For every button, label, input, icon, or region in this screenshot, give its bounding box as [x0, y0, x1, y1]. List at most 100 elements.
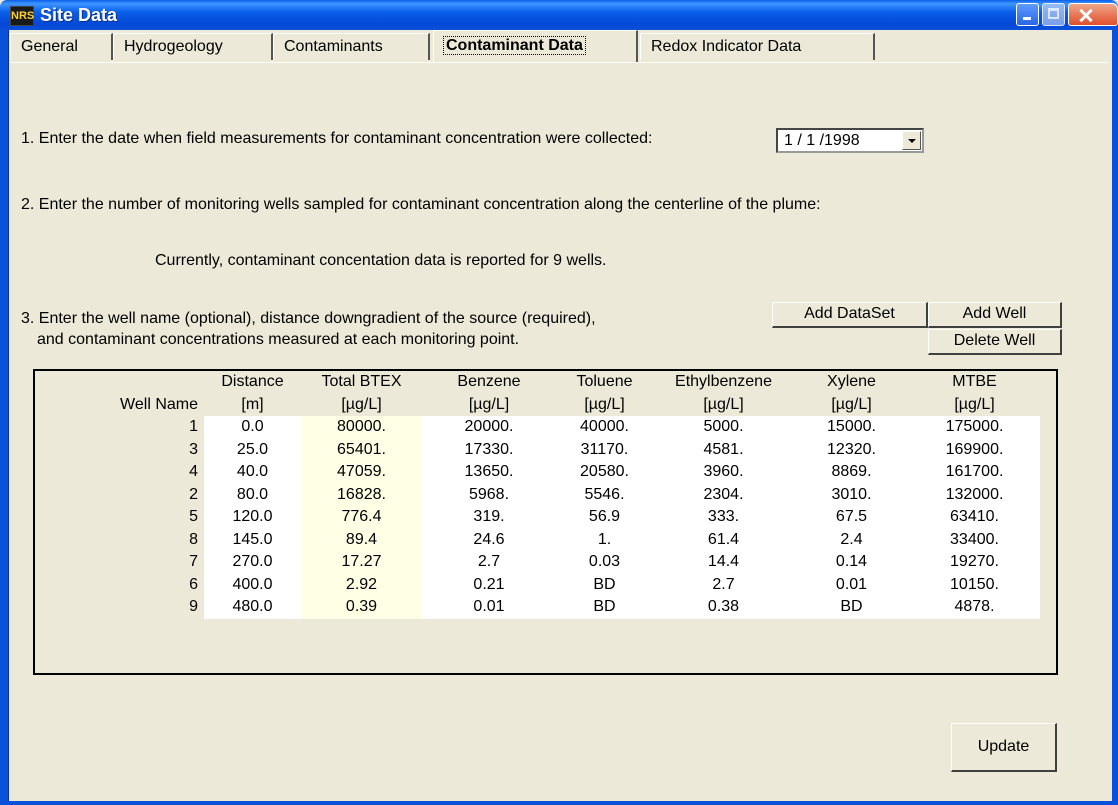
- table-cell[interactable]: 20580.: [556, 461, 653, 484]
- column-header: [µg/L]: [794, 393, 909, 416]
- tab-hydrogeology[interactable]: Hydrogeology: [113, 33, 273, 60]
- table-cell[interactable]: 67.5: [794, 506, 909, 529]
- column-header: Distance: [204, 371, 301, 394]
- well-name-cell[interactable]: 4: [35, 461, 204, 484]
- well-name-cell[interactable]: 9: [35, 596, 204, 619]
- table-cell[interactable]: 0.01: [422, 596, 556, 619]
- date-picker[interactable]: 1 / 1 /1998: [776, 128, 924, 153]
- tab-contaminant-data[interactable]: Contaminant Data: [433, 30, 638, 62]
- table-cell[interactable]: 10150.: [909, 573, 1040, 596]
- table-cell[interactable]: 40000.: [556, 416, 653, 439]
- title-bar[interactable]: NRS Site Data: [0, 0, 1118, 30]
- table-cell[interactable]: 61.4: [653, 528, 794, 551]
- table-cell[interactable]: 25.0: [204, 438, 301, 461]
- column-header: [35, 371, 204, 394]
- table-cell[interactable]: 480.0: [204, 596, 301, 619]
- table-cell[interactable]: 3010.: [794, 483, 909, 506]
- tab-general[interactable]: General: [10, 33, 113, 60]
- well-name-cell[interactable]: 8: [35, 528, 204, 551]
- column-header: [µg/L]: [422, 393, 556, 416]
- table-cell[interactable]: 145.0: [204, 528, 301, 551]
- column-header: Total BTEX: [301, 371, 422, 394]
- table-cell[interactable]: 31170.: [556, 438, 653, 461]
- table-cell[interactable]: 319.: [422, 506, 556, 529]
- maximize-button[interactable]: [1042, 3, 1065, 26]
- table-row: 4 40.0 47059. 13650. 20580. 3960. 8869. 161700.: [35, 461, 1040, 484]
- well-name-cell[interactable]: 2: [35, 483, 204, 506]
- table-row: 8 145.0 89.4 24.6 1. 61.4 2.4 33400.: [35, 528, 1040, 551]
- date-prompt-label: 1. Enter the date when field measurement…: [21, 130, 653, 147]
- well-name-cell[interactable]: 3: [35, 438, 204, 461]
- table-cell[interactable]: 0.14: [794, 551, 909, 574]
- table-cell[interactable]: 12320.: [794, 438, 909, 461]
- table-cell[interactable]: 175000.: [909, 416, 1040, 439]
- table-cell[interactable]: 63410.: [909, 506, 1040, 529]
- table-cell[interactable]: 20000.: [422, 416, 556, 439]
- well-name-cell[interactable]: 7: [35, 551, 204, 574]
- table-cell[interactable]: 8869.: [794, 461, 909, 484]
- total-btex-cell: 17.27: [301, 551, 422, 574]
- table-cell[interactable]: 169900.: [909, 438, 1040, 461]
- table-cell[interactable]: 0.01: [794, 573, 909, 596]
- minimize-button[interactable]: [1016, 3, 1039, 26]
- well-name-cell[interactable]: 6: [35, 573, 204, 596]
- total-btex-cell: 80000.: [301, 416, 422, 439]
- table-cell[interactable]: 333.: [653, 506, 794, 529]
- table-cell[interactable]: 0.38: [653, 596, 794, 619]
- table-cell[interactable]: 2.4: [794, 528, 909, 551]
- close-button[interactable]: [1068, 3, 1118, 26]
- step3-instructions-line2: and contaminant concentrations measured …: [37, 331, 520, 348]
- tab-label: General: [21, 38, 78, 55]
- date-value: 1 / 1 /1998: [784, 132, 860, 149]
- table-row: 5 120.0 776.4 319. 56.9 333. 67.5 63410.: [35, 506, 1040, 529]
- column-header: Ethylbenzene: [653, 371, 794, 394]
- table-cell[interactable]: 4878.: [909, 596, 1040, 619]
- table-cell[interactable]: 2.7: [653, 573, 794, 596]
- table-cell[interactable]: 2304.: [653, 483, 794, 506]
- tab-redox-indicator-data[interactable]: Redox Indicator Data: [640, 33, 875, 60]
- table-cell[interactable]: 13650.: [422, 461, 556, 484]
- table-cell[interactable]: 14.4: [653, 551, 794, 574]
- table-cell[interactable]: 270.0: [204, 551, 301, 574]
- table-cell[interactable]: 40.0: [204, 461, 301, 484]
- table-cell[interactable]: 15000.: [794, 416, 909, 439]
- table-cell[interactable]: BD: [556, 573, 653, 596]
- table-cell[interactable]: 0.0: [204, 416, 301, 439]
- table-row: 3 25.0 65401. 17330. 31170. 4581. 12320. 169900…: [35, 438, 1040, 461]
- table-row: 9 480.0 0.39 0.01 BD 0.38 BD 4878.: [35, 596, 1040, 619]
- add-well-button[interactable]: Add Well: [928, 302, 1062, 328]
- contaminant-table: Distance Total BTEX Benzene Toluene Ethylben…: [35, 371, 1040, 619]
- table-cell[interactable]: 5968.: [422, 483, 556, 506]
- table-cell[interactable]: 132000.: [909, 483, 1040, 506]
- table-cell[interactable]: 3960.: [653, 461, 794, 484]
- table-cell[interactable]: 5546.: [556, 483, 653, 506]
- table-cell[interactable]: 120.0: [204, 506, 301, 529]
- table-cell[interactable]: 0.21: [422, 573, 556, 596]
- table-cell[interactable]: 2.7: [422, 551, 556, 574]
- wells-count-prompt-label: 2. Enter the number of monitoring wells …: [21, 196, 821, 213]
- table-cell[interactable]: 1.: [556, 528, 653, 551]
- update-button[interactable]: Update: [951, 723, 1057, 772]
- window-frame-right: [1112, 30, 1118, 805]
- delete-well-button[interactable]: Delete Well: [928, 329, 1062, 355]
- table-cell[interactable]: 24.6: [422, 528, 556, 551]
- table-cell[interactable]: 4581.: [653, 438, 794, 461]
- table-cell[interactable]: 0.03: [556, 551, 653, 574]
- table-cell[interactable]: 19270.: [909, 551, 1040, 574]
- well-name-cell[interactable]: 1: [35, 416, 204, 439]
- table-cell[interactable]: 80.0: [204, 483, 301, 506]
- add-dataset-button[interactable]: Add DataSet: [772, 302, 928, 328]
- table-cell[interactable]: 17330.: [422, 438, 556, 461]
- table-cell[interactable]: 33400.: [909, 528, 1040, 551]
- table-cell[interactable]: 400.0: [204, 573, 301, 596]
- chevron-down-icon[interactable]: [902, 131, 921, 150]
- tab-label: Contaminants: [284, 38, 383, 55]
- table-cell[interactable]: BD: [556, 596, 653, 619]
- total-btex-cell: 16828.: [301, 483, 422, 506]
- table-cell[interactable]: BD: [794, 596, 909, 619]
- well-name-cell[interactable]: 5: [35, 506, 204, 529]
- table-cell[interactable]: 56.9: [556, 506, 653, 529]
- table-cell[interactable]: 5000.: [653, 416, 794, 439]
- table-cell[interactable]: 161700.: [909, 461, 1040, 484]
- tab-contaminants[interactable]: Contaminants: [273, 33, 430, 60]
